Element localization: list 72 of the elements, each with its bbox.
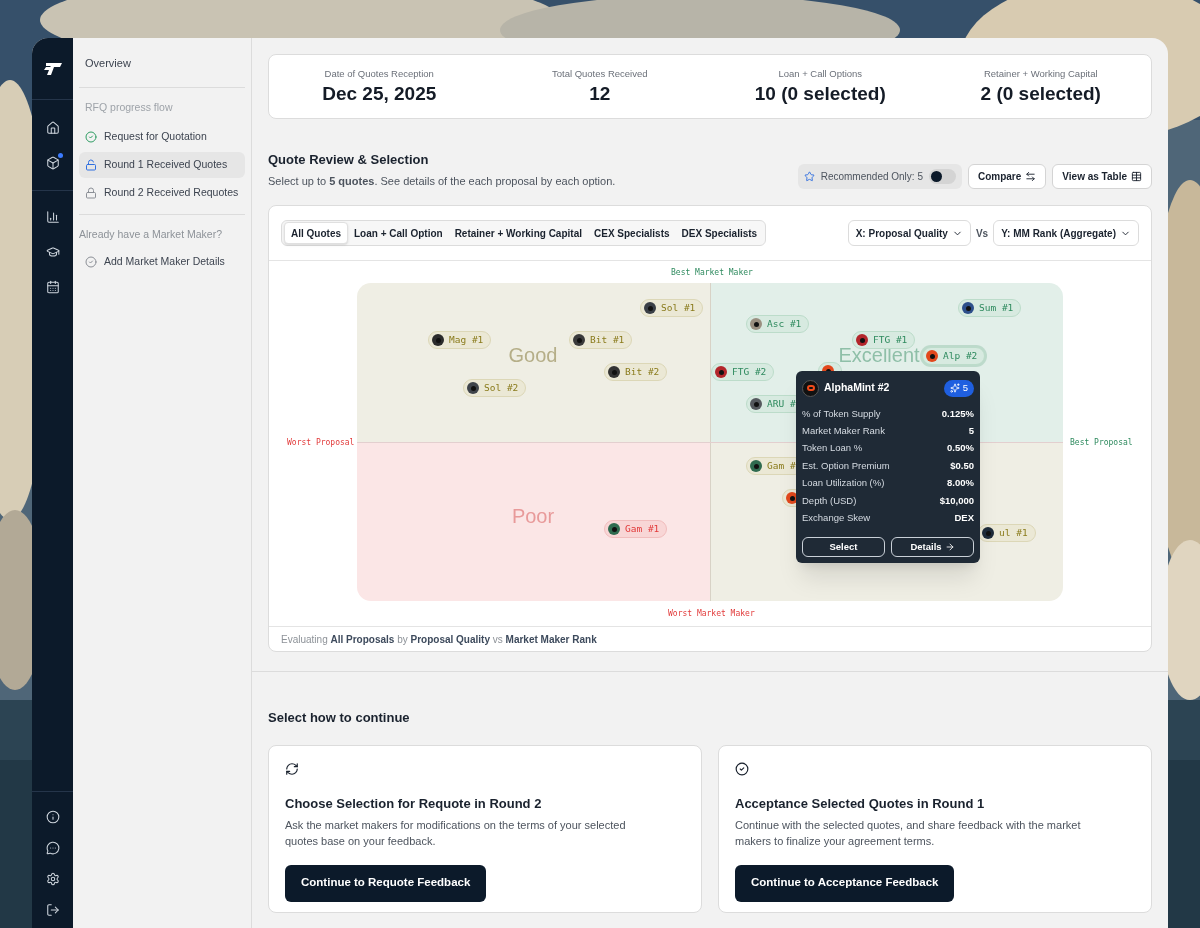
- sidebar-item[interactable]: Add Market Maker Details: [79, 248, 245, 275]
- chart-caption: Evaluating All Proposals by Proposal Quality vs Market Maker Rank: [281, 632, 597, 647]
- detail-label: Depth (USD): [802, 493, 857, 508]
- detail-label: Token Loan %: [802, 441, 863, 456]
- stat-value: Dec 25, 2025: [322, 81, 437, 106]
- detail-value: 5: [968, 423, 974, 438]
- detail-value: $10,000: [939, 493, 974, 508]
- rank-badge: 5: [943, 379, 974, 397]
- quote-pill[interactable]: Mag #1: [428, 331, 492, 349]
- option-description: Continue with the selected quotes, and share feedback with the market makers to finalize your agreement terms.: [735, 817, 1082, 849]
- option-description: Ask the market makers for modifications on the terms of your selected quotes base on your feedback.: [285, 817, 627, 849]
- filter-tab[interactable]: Retainer + Working Capital: [448, 222, 588, 244]
- axis-label: Best Proposal: [1070, 437, 1133, 449]
- axis-label: Best Market Maker: [671, 267, 753, 279]
- detail-label: Est. Option Premium: [802, 458, 890, 473]
- section-heading: Already have a Market Maker?: [79, 226, 223, 242]
- quote-pill[interactable]: FTG #2: [711, 363, 775, 381]
- stat-label: Date of Quotes Reception: [324, 67, 434, 82]
- vs-label: Vs: [975, 226, 989, 241]
- tooltip-title: AlphaMint #2: [824, 380, 890, 396]
- details-button[interactable]: Details: [891, 536, 974, 557]
- quote-pill[interactable]: Sol #2: [463, 379, 527, 397]
- stat-value: 2 (0 selected): [980, 81, 1101, 106]
- stat-value: 12: [589, 81, 611, 106]
- detail-label: Exchange Skew: [802, 510, 871, 525]
- quote-pill[interactable]: Asc #1: [746, 315, 810, 333]
- axis-label: Worst Proposal: [287, 437, 355, 449]
- quote-pill[interactable]: Sum #1: [958, 299, 1022, 317]
- sidebar-item[interactable]: Overview: [79, 52, 245, 74]
- filter-tab[interactable]: Loan + Call Option: [348, 222, 449, 244]
- view-table-button[interactable]: View as Table: [1052, 164, 1152, 189]
- section-heading: RFQ progress flow: [84, 100, 174, 115]
- detail-label: Loan Utilization (%): [802, 476, 885, 491]
- quote-pill[interactable]: Bit #2: [604, 363, 668, 381]
- filter-label: Recommended Only: 5: [820, 170, 923, 184]
- sidebar-item[interactable]: Request for Quotation: [79, 123, 245, 150]
- quote-pill[interactable]: FTG #1: [852, 331, 916, 349]
- detail-label: % of Token Supply: [802, 406, 881, 421]
- detail-value: $0.50: [950, 458, 974, 473]
- section-title: Select how to continue: [268, 710, 410, 725]
- quote-pill[interactable]: Bit #1: [569, 331, 633, 349]
- stat-label: Retainer + Working Capital: [983, 67, 1098, 82]
- compare-button[interactable]: Compare: [967, 164, 1047, 189]
- stat-label: Total Quotes Received: [551, 67, 648, 82]
- detail-value: 0.125%: [941, 406, 974, 421]
- option-title: Acceptance Selected Quotes in Round 1: [735, 795, 986, 813]
- continue-button[interactable]: Continue to Acceptance Feedback: [735, 864, 955, 902]
- detail-value: 0.50%: [947, 441, 974, 456]
- select-button[interactable]: Select: [802, 536, 885, 557]
- filter-tab[interactable]: CEX Specialists: [588, 222, 676, 244]
- quote-pill[interactable]: ul #1: [978, 524, 1036, 542]
- option-title: Choose Selection for Requote in Round 2: [285, 795, 543, 813]
- quote-pill[interactable]: Sol #1: [640, 299, 704, 317]
- quote-pill[interactable]: Alp #2: [922, 347, 986, 365]
- detail-label: Market Maker Rank: [802, 423, 885, 438]
- section-subtitle: Select up to 5 quotes. See details of the each proposal by each option.: [268, 173, 616, 189]
- x-axis-dropdown[interactable]: X: Proposal Quality: [847, 220, 971, 246]
- section-title: Quote Review & Selection: [268, 151, 430, 169]
- detail-value: 8.00%: [947, 476, 974, 491]
- filter-tab[interactable]: All Quotes: [284, 222, 348, 244]
- detail-value: DEX: [954, 510, 974, 525]
- filter-tab[interactable]: DEX Specialists: [675, 222, 764, 244]
- y-axis-dropdown[interactable]: Y: MM Rank (Aggregate): [993, 220, 1139, 246]
- sidebar-item[interactable]: Round 2 Received Requotes: [79, 179, 245, 206]
- axis-label: Worst Market Maker: [668, 608, 755, 620]
- quadrant-label: Poor: [511, 505, 555, 527]
- stat-label: Loan + Call Options: [778, 67, 863, 82]
- recommended-filter[interactable]: Recommended Only: 5: [797, 164, 962, 189]
- stat-value: 10 (0 selected): [754, 81, 886, 106]
- quadrant-label: Good: [508, 344, 558, 366]
- continue-button[interactable]: Continue to Requote Feedback: [285, 864, 487, 902]
- sidebar-item[interactable]: Round 1 Received Quotes: [79, 151, 245, 178]
